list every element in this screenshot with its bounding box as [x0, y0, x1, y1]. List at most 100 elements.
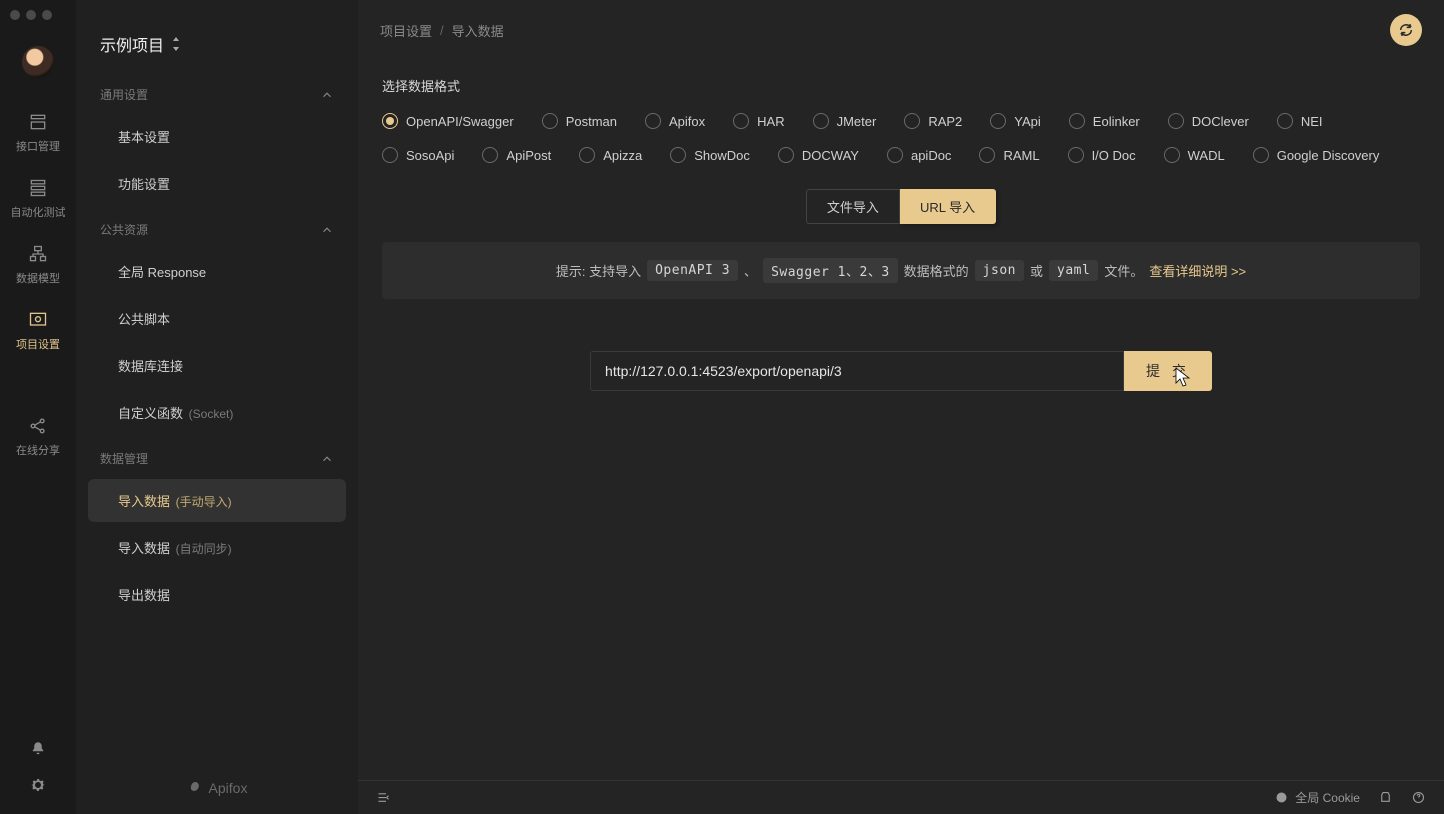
nav-label: 公共脚本 — [118, 312, 170, 327]
nav-sublabel: (手动导入) — [176, 495, 232, 509]
format-option[interactable]: ShowDoc — [670, 147, 750, 163]
chevron-up-icon — [320, 223, 334, 237]
nav-import-manual[interactable]: 导入数据 (手动导入) — [88, 479, 346, 522]
radio-circle-icon — [979, 147, 995, 163]
nav-sublabel: (Socket) — [189, 407, 234, 421]
hint-pill-yaml: yaml — [1049, 260, 1098, 281]
nav-custom-functions[interactable]: 自定义函数 (Socket) — [88, 391, 346, 434]
chevron-up-icon — [320, 88, 334, 102]
format-option[interactable]: Apizza — [579, 147, 642, 163]
hint-pill-swagger: Swagger 1、2、3 — [763, 258, 898, 283]
format-label: WADL — [1188, 148, 1225, 163]
collapse-panel-icon[interactable] — [376, 790, 391, 805]
nav-public-scripts[interactable]: 公共脚本 — [88, 297, 346, 340]
format-option[interactable]: I/O Doc — [1068, 147, 1136, 163]
help-icon[interactable] — [1411, 790, 1426, 805]
format-option[interactable]: apiDoc — [887, 147, 951, 163]
nav-label: 全局 Response — [118, 265, 206, 280]
nav-export-data[interactable]: 导出数据 — [88, 573, 346, 616]
tab-file-import[interactable]: 文件导入 — [806, 189, 900, 224]
gear-icon[interactable] — [29, 776, 47, 794]
format-option[interactable]: NEI — [1277, 113, 1323, 129]
project-switcher[interactable]: 示例项目 — [76, 0, 358, 72]
tab-url-import[interactable]: URL 导入 — [900, 189, 996, 224]
api-icon — [28, 112, 48, 132]
format-label: I/O Doc — [1092, 148, 1136, 163]
radio-circle-icon — [1068, 147, 1084, 163]
hint-text: 或 — [1030, 261, 1043, 280]
rail-label: 自动化测试 — [11, 204, 66, 220]
format-option[interactable]: DOCWAY — [778, 147, 859, 163]
section-title: 公共资源 — [100, 221, 148, 238]
nav-import-auto[interactable]: 导入数据 (自动同步) — [88, 526, 346, 569]
format-label: SosoApi — [406, 148, 454, 163]
nav-label: 导入数据 — [118, 541, 170, 556]
global-cookie-button[interactable]: 全局 Cookie — [1274, 789, 1360, 806]
submit-button[interactable]: 提 交 — [1124, 351, 1212, 391]
rail-share-online[interactable]: 在线分享 — [0, 404, 76, 470]
rail-label: 接口管理 — [16, 138, 60, 154]
format-option[interactable]: Apifox — [645, 113, 705, 129]
format-option[interactable]: YApi — [990, 113, 1041, 129]
hint-text: 、 — [744, 261, 757, 280]
radio-circle-icon — [670, 147, 686, 163]
format-option[interactable]: RAP2 — [904, 113, 962, 129]
model-icon — [28, 244, 48, 264]
format-option[interactable]: Eolinker — [1069, 113, 1140, 129]
rail-api-management[interactable]: 接口管理 — [0, 100, 76, 166]
extension-icon[interactable] — [1378, 790, 1393, 805]
breadcrumb-root[interactable]: 项目设置 — [380, 21, 432, 40]
nav-label: 导入数据 — [118, 494, 170, 509]
format-label: Eolinker — [1093, 114, 1140, 129]
section-title: 数据管理 — [100, 450, 148, 467]
window-controls[interactable] — [10, 6, 52, 32]
section-data-management[interactable]: 数据管理 — [76, 436, 358, 477]
format-option[interactable]: Google Discovery — [1253, 147, 1380, 163]
rail-automation-test[interactable]: 自动化测试 — [0, 166, 76, 232]
nav-basic-settings[interactable]: 基本设置 — [88, 115, 346, 158]
radio-circle-icon — [1069, 113, 1085, 129]
hint-details-link[interactable]: 查看详细说明 >> — [1149, 261, 1246, 280]
format-option[interactable]: WADL — [1164, 147, 1225, 163]
format-option[interactable]: RAML — [979, 147, 1039, 163]
section-public-resources[interactable]: 公共资源 — [76, 207, 358, 248]
radio-circle-icon — [813, 113, 829, 129]
import-mode-tabs: 文件导入 URL 导入 — [382, 189, 1420, 224]
apifox-logo-icon — [187, 780, 203, 796]
format-label: RAP2 — [928, 114, 962, 129]
avatar[interactable] — [22, 46, 54, 78]
radio-circle-icon — [778, 147, 794, 163]
format-option[interactable]: HAR — [733, 113, 784, 129]
format-option[interactable]: SosoApi — [382, 147, 454, 163]
nav-global-response[interactable]: 全局 Response — [88, 250, 346, 293]
format-option[interactable]: DOClever — [1168, 113, 1249, 129]
refresh-icon — [1398, 22, 1414, 38]
rail-label: 项目设置 — [16, 336, 60, 352]
radio-circle-icon — [482, 147, 498, 163]
hint-text: 提示: 支持导入 — [556, 261, 641, 280]
rail-project-settings[interactable]: 项目设置 — [0, 298, 76, 364]
radio-circle-icon — [382, 113, 398, 129]
breadcrumb-sep: / — [440, 23, 444, 38]
hint-text: 数据格式的 — [904, 261, 969, 280]
format-label: Apifox — [669, 114, 705, 129]
radio-circle-icon — [382, 147, 398, 163]
url-input[interactable] — [590, 351, 1124, 391]
format-option[interactable]: OpenAPI/Swagger — [382, 113, 514, 129]
brand-footer: Apifox — [76, 762, 358, 814]
bell-icon[interactable] — [29, 740, 47, 758]
refresh-button[interactable] — [1390, 14, 1422, 46]
brand-name: Apifox — [209, 780, 248, 796]
format-option[interactable]: ApiPost — [482, 147, 551, 163]
nav-db-connection[interactable]: 数据库连接 — [88, 344, 346, 387]
format-option[interactable]: Postman — [542, 113, 617, 129]
radio-circle-icon — [733, 113, 749, 129]
cookie-icon — [1274, 790, 1289, 805]
project-name: 示例项目 — [100, 32, 164, 56]
format-label: JMeter — [837, 114, 877, 129]
format-option[interactable]: JMeter — [813, 113, 877, 129]
format-label: DOClever — [1192, 114, 1249, 129]
section-general[interactable]: 通用设置 — [76, 72, 358, 113]
nav-feature-settings[interactable]: 功能设置 — [88, 162, 346, 205]
rail-data-model[interactable]: 数据模型 — [0, 232, 76, 298]
